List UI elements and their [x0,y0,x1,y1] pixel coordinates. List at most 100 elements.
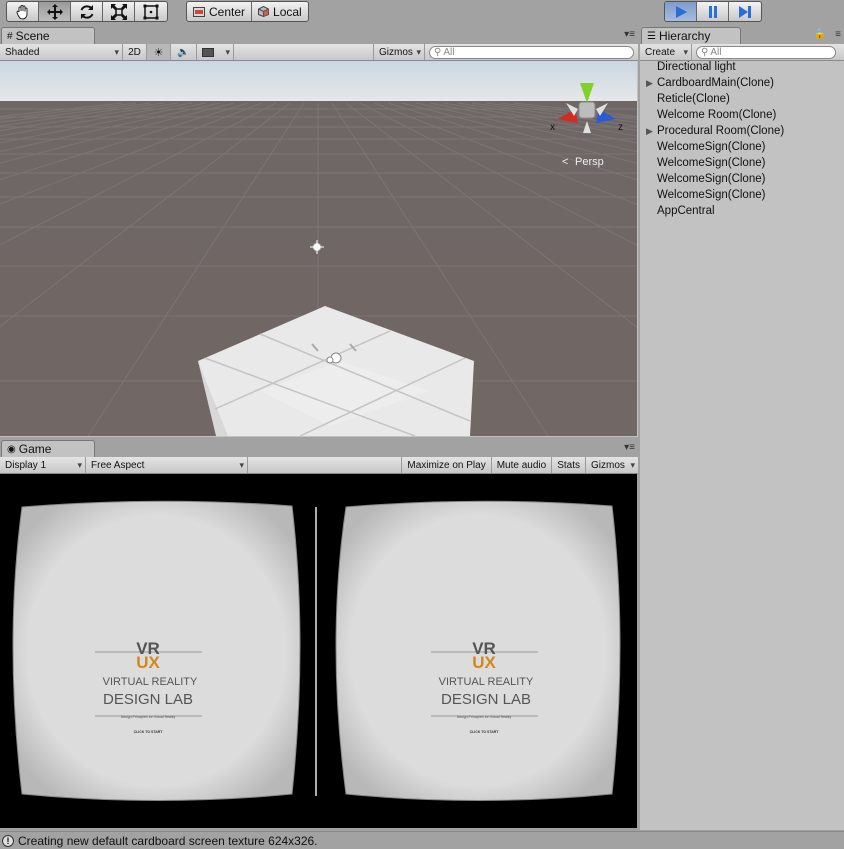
axis-z-label: z [618,122,623,133]
pivot-center-button[interactable]: Center [187,2,253,21]
scene-viewport[interactable]: x z < Persp [0,61,637,436]
rotate-tool-button[interactable] [71,2,103,21]
gamepad-icon: ◉ [7,443,16,455]
grid-icon: # [7,30,13,42]
scene-audio-toggle[interactable]: 🔈 [171,44,197,60]
hierarchy-item[interactable]: Reticle(Clone) [640,91,844,107]
hierarchy-item[interactable]: WelcomeSign(Clone) [640,171,844,187]
game-gizmos-label: Gizmos [591,459,625,471]
create-dropdown[interactable]: Create [640,44,692,60]
pivot-local-label: Local [273,4,302,19]
logo-line1: VIRTUAL REALITY [103,676,198,688]
display-dropdown[interactable]: Display 1 [0,457,86,473]
status-bar[interactable]: ! Creating new default cardboard screen … [0,831,844,849]
hierarchy-list: Directional light ▶ CardboardMain(Clone) Re… [640,59,844,219]
logo-tagline: Design Principles for Virtual Reality [457,715,512,719]
expand-arrow-icon[interactable]: ▶ [646,123,653,139]
panel-menu-icon[interactable]: ≡ [835,29,841,40]
hand-tool-button[interactable] [7,2,39,21]
lock-icon[interactable]: 🔒 [814,29,826,40]
hierarchy-item[interactable]: AppCentral [640,203,844,219]
panel-menu-icon[interactable]: ▾≡ [624,29,635,40]
panel-menu-icon[interactable]: ▾≡ [624,442,635,453]
pivot-center-label: Center [209,4,246,19]
hierarchy-item[interactable]: Directional light [640,59,844,75]
pause-button[interactable] [697,2,729,21]
hierarchy-item-label: WelcomeSign(Clone) [657,173,766,185]
shading-mode-dropdown[interactable]: Shaded [0,44,123,60]
scene-search-wrap: ⚲ All [425,45,638,59]
scale-icon [110,3,127,20]
play-button[interactable] [665,2,697,21]
game-viewport[interactable]: VR UX VIRTUAL REALITY DESIGN LAB Design … [0,474,637,828]
sky-area [0,61,637,106]
logo-line2: DESIGN LAB [103,691,193,708]
create-label: Create [645,46,676,58]
scene-tabstrip: # Scene ▾≡ [0,25,638,44]
hierarchy-item[interactable]: WelcomeSign(Clone) [640,187,844,203]
rotate-icon [80,4,93,19]
image-icon [202,47,214,57]
info-icon: ! [2,834,14,847]
hierarchy-item-label: WelcomeSign(Clone) [657,157,766,169]
hierarchy-item[interactable]: WelcomeSign(Clone) [640,139,844,155]
hierarchy-item[interactable]: WelcomeSign(Clone) [640,155,844,171]
hierarchy-tabstrip: ☰ Hierarchy 🔒 ≡ [640,25,844,44]
pivot-local-button[interactable]: Local [252,2,308,21]
2d-toggle-button[interactable]: 2D [123,44,147,60]
scene-gizmos-dropdown[interactable]: Gizmos [373,44,425,60]
logo-line1: VIRTUAL REALITY [439,676,534,688]
game-panel: ◉ Game ▾≡ Display 1 Free Aspect Maximize… [0,438,638,474]
mute-audio-toggle[interactable]: Mute audio [492,457,553,473]
hierarchy-item[interactable]: Welcome Room(Clone) [640,107,844,123]
logo-line2: DESIGN LAB [441,691,531,708]
tab-hierarchy[interactable]: ☰ Hierarchy [641,27,741,44]
hierarchy-search-input[interactable]: ⚲ All [696,45,836,59]
hierarchy-item-label: Reticle(Clone) [657,93,730,105]
pivot-tools: Center Local [186,1,309,22]
hierarchy-item[interactable]: ▶ CardboardMain(Clone) [640,75,844,91]
speaker-icon: 🔈 [177,46,190,58]
step-button[interactable] [729,2,761,21]
projection-label[interactable]: Persp [575,156,604,168]
pause-icon [708,5,717,18]
game-gizmos-dropdown[interactable]: Gizmos [586,457,638,473]
expand-arrow-icon[interactable]: ▶ [646,75,653,91]
display-label: Display 1 [5,459,47,471]
maximize-on-play-toggle[interactable]: Maximize on Play [401,457,492,473]
scene-effects-dropdown[interactable] [197,44,234,60]
hierarchy-item-label: WelcomeSign(Clone) [657,141,766,153]
logo-ux: UX [472,653,496,672]
hierarchy-item[interactable]: ▶ Procedural Room(Clone) [640,123,844,139]
mute-audio-label: Mute audio [496,459,547,471]
rect-tool-button[interactable] [135,2,167,21]
aspect-label: Free Aspect [91,459,145,471]
hierarchy-item-label: WelcomeSign(Clone) [657,189,766,201]
tab-scene-label: Scene [15,29,50,43]
scene-toolbar: Shaded 2D ☀ 🔈 Gizmos ⚲ All [0,44,638,61]
search-icon: ⚲ [701,46,709,58]
hand-icon [16,4,27,20]
tab-scene[interactable]: # Scene [1,27,95,44]
hierarchy-item-label: Directional light [657,61,736,73]
main-toolbar: Center Local [0,0,844,24]
shading-mode-label: Shaded [5,46,40,58]
game-tabstrip: ◉ Game ▾≡ [0,438,638,457]
sun-icon: ☀ [153,46,164,59]
tab-game[interactable]: ◉ Game [1,440,95,457]
aspect-dropdown[interactable]: Free Aspect [86,457,248,473]
projection-arrow-icon[interactable]: < [562,156,568,168]
maximize-on-play-label: Maximize on Play [407,459,486,471]
scene-lighting-toggle[interactable]: ☀ [147,44,171,60]
move-tool-button[interactable] [39,2,71,21]
stats-toggle[interactable]: Stats [552,457,586,473]
hierarchy-item-label: AppCentral [657,205,715,217]
start-label: CLICK TO START [134,730,164,734]
playback-controls [664,1,762,22]
game-render: VR UX VIRTUAL REALITY DESIGN LAB Design … [12,500,621,801]
scene-search-input[interactable]: ⚲ All [429,45,634,59]
axis-x-label: x [550,122,555,133]
hierarchy-item-label: Welcome Room(Clone) [657,109,777,121]
play-icon [675,5,687,18]
scale-tool-button[interactable] [103,2,135,21]
